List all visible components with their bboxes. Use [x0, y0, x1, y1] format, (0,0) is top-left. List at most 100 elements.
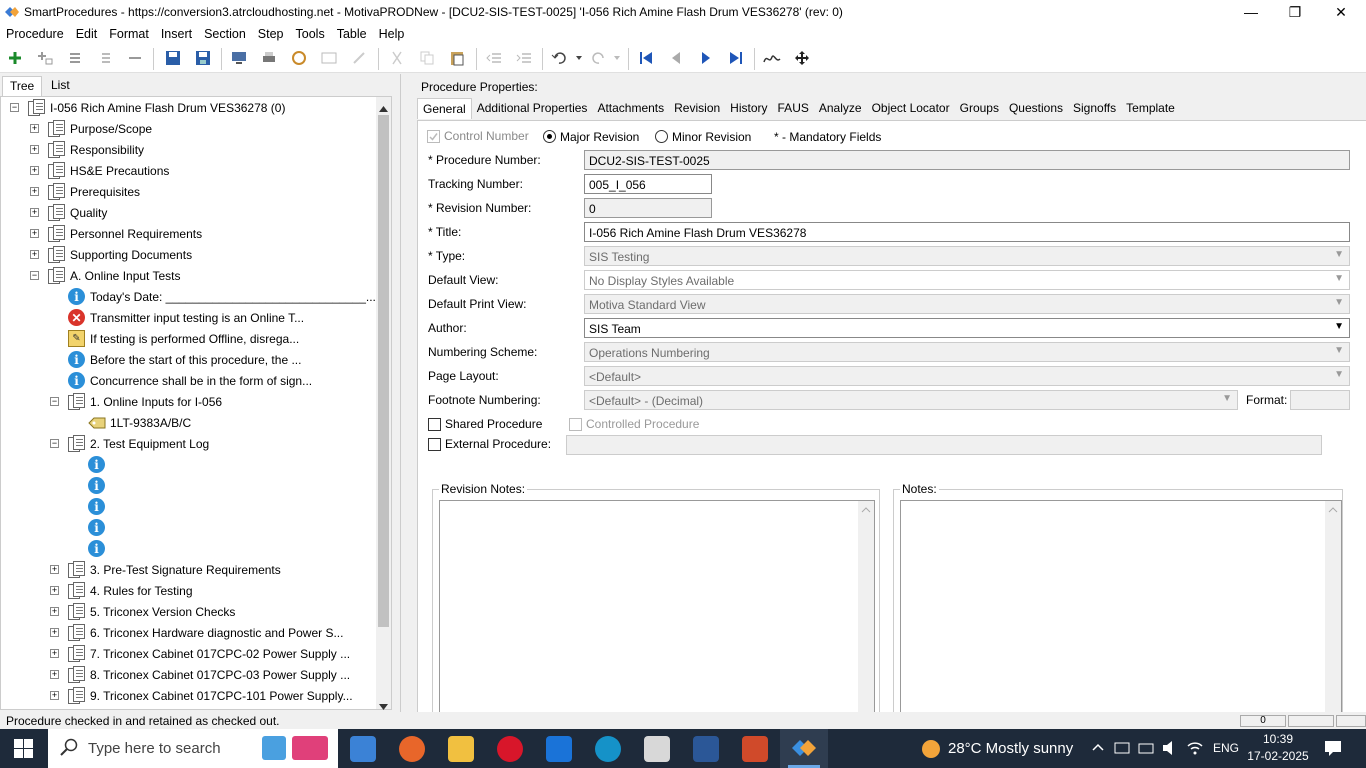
collapse-sub1-icon[interactable]: −	[50, 397, 59, 406]
control-number-checkbox[interactable]	[427, 130, 440, 143]
word-icon[interactable]	[693, 736, 719, 762]
tab-faus[interactable]: FAUS	[773, 98, 814, 119]
menu-step[interactable]: Step	[252, 27, 290, 41]
tree-step-date[interactable]: i Today's Date: _________________________…	[68, 286, 376, 307]
monitor-icon[interactable]	[230, 49, 248, 67]
menu-format[interactable]: Format	[103, 27, 155, 41]
tree-item-hse[interactable]: HS&E Precautions	[48, 160, 169, 181]
tab-additional-properties[interactable]: Additional Properties	[472, 98, 593, 119]
footnote-numbering-select[interactable]: <Default> - (Decimal) ▼	[584, 390, 1238, 410]
author-select[interactable]: SIS Team ▼	[584, 318, 1350, 338]
scroll-thumb[interactable]	[378, 115, 389, 627]
menu-tools[interactable]: Tools	[290, 27, 331, 41]
tree-item-version[interactable]: 5. Triconex Version Checks	[68, 601, 235, 622]
tree-item-pretest[interactable]: 3. Pre-Test Signature Requirements	[68, 559, 281, 580]
expand-hse-icon[interactable]: +	[30, 166, 39, 175]
meet-icon[interactable]	[1114, 740, 1130, 759]
close-button[interactable]: ✕	[1318, 0, 1364, 24]
tab-history[interactable]: History	[725, 98, 772, 119]
major-revision-radio[interactable]	[543, 130, 556, 143]
tree-item-supporting[interactable]: Supporting Documents	[48, 244, 192, 265]
paste-icon[interactable]	[448, 49, 466, 67]
tree-step-info[interactable]: i	[88, 454, 110, 475]
weather-text[interactable]: 28°C Mostly sunny	[948, 740, 1073, 757]
expand-supporting-icon[interactable]: +	[30, 250, 39, 259]
expand-purpose-icon[interactable]: +	[30, 124, 39, 133]
tab-list[interactable]: List	[44, 76, 77, 96]
copy-icon[interactable]	[418, 49, 436, 67]
tree-scrollbar[interactable]	[376, 97, 391, 710]
file-explorer-icon[interactable]	[448, 736, 474, 762]
mail-icon[interactable]	[546, 736, 572, 762]
tree-step-info[interactable]: i	[88, 517, 110, 538]
tree-step-info[interactable]: i	[88, 475, 110, 496]
tab-analyze[interactable]: Analyze	[814, 98, 867, 119]
menu-help[interactable]: Help	[373, 27, 411, 41]
volume-icon[interactable]	[1162, 740, 1180, 759]
notifications-icon[interactable]	[1324, 740, 1342, 760]
minimize-button[interactable]: —	[1228, 0, 1274, 24]
expand-quality-icon[interactable]: +	[30, 208, 39, 217]
collapse-sub2-icon[interactable]: −	[50, 439, 59, 448]
document-viewer-icon[interactable]	[644, 736, 670, 762]
menu-insert[interactable]: Insert	[155, 27, 198, 41]
tree-item-quality[interactable]: Quality	[48, 202, 107, 223]
default-print-view-select[interactable]: Motiva Standard View ▼	[584, 294, 1350, 314]
controlled-procedure-checkbox[interactable]	[569, 418, 582, 431]
page-layout-select[interactable]: <Default> ▼	[584, 366, 1350, 386]
tree-item-prerequisites[interactable]: Prerequisites	[48, 181, 140, 202]
tab-revision[interactable]: Revision	[669, 98, 725, 119]
next-record-icon[interactable]	[697, 49, 715, 67]
network-status-icon[interactable]	[1138, 740, 1154, 759]
tab-object-locator[interactable]: Object Locator	[867, 98, 955, 119]
windows-start-icon[interactable]	[14, 739, 33, 761]
tab-signoffs[interactable]: Signoffs	[1068, 98, 1121, 119]
tree-item-online-tests[interactable]: A. Online Input Tests	[48, 265, 181, 286]
edge-icon[interactable]	[595, 736, 621, 762]
expand-responsibility-icon[interactable]: +	[30, 145, 39, 154]
outdent-icon[interactable]	[485, 49, 503, 67]
expand-icon[interactable]: +	[50, 565, 59, 574]
indent-icon[interactable]	[515, 49, 533, 67]
cut-icon[interactable]	[388, 49, 406, 67]
external-procedure-field[interactable]	[566, 435, 1322, 455]
undo-dropdown-icon[interactable]	[570, 49, 588, 67]
restore-button[interactable]: ❐	[1272, 0, 1318, 24]
procedure-number-field[interactable]: DCU2-SIS-TEST-0025	[584, 150, 1350, 170]
format-field[interactable]	[1290, 390, 1350, 410]
add-child-icon[interactable]	[36, 49, 54, 67]
save-icon[interactable]	[194, 49, 212, 67]
list-indent-icon[interactable]	[96, 49, 114, 67]
move-icon[interactable]	[793, 49, 811, 67]
last-record-icon[interactable]	[727, 49, 745, 67]
opera-icon[interactable]	[497, 736, 523, 762]
expand-prerequisites-icon[interactable]: +	[30, 187, 39, 196]
numbering-scheme-select[interactable]: Operations Numbering ▼	[584, 342, 1350, 362]
tree-item-test-equipment[interactable]: 2. Test Equipment Log	[68, 433, 209, 454]
copilot-icon[interactable]	[350, 736, 376, 762]
clock-time[interactable]: 10:39	[1248, 732, 1308, 746]
add-icon[interactable]	[6, 49, 24, 67]
tree-item-hardware[interactable]: 6. Triconex Hardware diagnostic and Powe…	[68, 622, 343, 643]
clock-date[interactable]: 17-02-2025	[1244, 749, 1312, 763]
tree-step-before[interactable]: i Before the start of this procedure, the…	[68, 349, 301, 370]
type-select[interactable]: SIS Testing ▼	[584, 246, 1350, 266]
tree-step-offline[interactable]: ✎ If testing is performed Offline, disreg…	[68, 328, 299, 349]
expand-icon[interactable]: +	[50, 628, 59, 637]
signature-icon[interactable]	[763, 49, 781, 67]
expand-icon[interactable]: +	[50, 586, 59, 595]
link-icon[interactable]	[290, 49, 308, 67]
undo-icon[interactable]	[550, 49, 568, 67]
redo-branch-icon[interactable]	[350, 49, 368, 67]
tree-step-transmitter[interactable]: ✕ Transmitter input testing is an Online …	[68, 307, 304, 328]
tree-item-rules[interactable]: 4. Rules for Testing	[68, 580, 193, 601]
title-field[interactable]: I-056 Rich Amine Flash Drum VES36278	[584, 222, 1350, 242]
print-icon[interactable]	[260, 49, 278, 67]
revision-notes-textarea[interactable]	[439, 500, 875, 714]
wifi-icon[interactable]	[1186, 740, 1204, 759]
tree-item-cabinet-03[interactable]: 8. Triconex Cabinet 017CPC-03 Power Supp…	[68, 664, 350, 685]
collapse-online-tests-icon[interactable]: −	[30, 271, 39, 280]
save-all-icon[interactable]	[164, 49, 182, 67]
tracking-number-field[interactable]: 005_I_056	[584, 174, 712, 194]
menu-table[interactable]: Table	[331, 27, 373, 41]
